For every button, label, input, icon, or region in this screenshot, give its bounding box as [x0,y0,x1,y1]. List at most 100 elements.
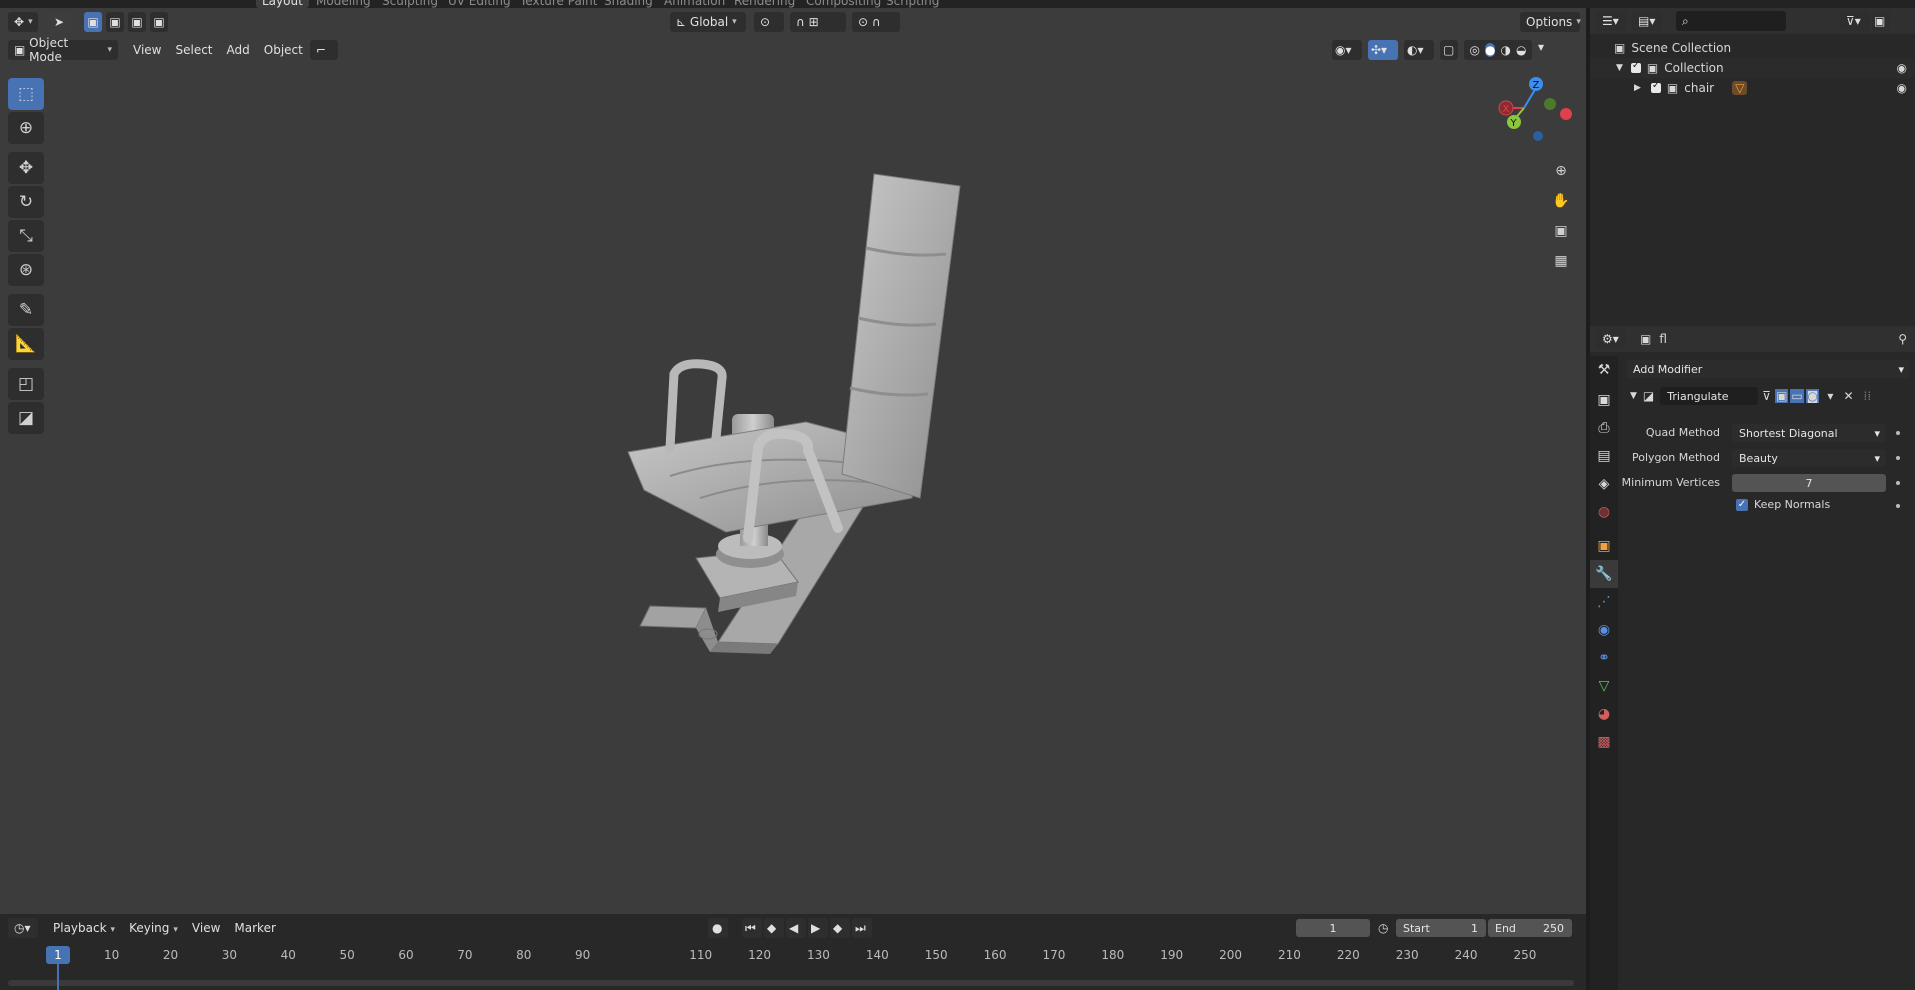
add-plane-tool[interactable]: ◪ [8,402,44,434]
keyframe-dot-icon[interactable] [1896,481,1900,485]
transform-tool[interactable]: ⊛ [8,254,44,286]
gizmo-toggle-icon[interactable]: ✣▾ [1368,40,1398,60]
expand-arrow-icon[interactable]: ▶ [1634,83,1641,93]
tab-compositing[interactable]: Compositing [806,0,881,8]
outliner-editor-type-icon[interactable]: ☰▾ [1596,11,1626,31]
tab-uv-editing[interactable]: UV Editing [448,0,511,8]
render-properties-icon[interactable]: ▣ [1590,386,1618,414]
tab-shading[interactable]: Shading [604,0,653,8]
navigation-gizmo[interactable]: Z X Y [1494,74,1574,154]
rendered-shading-icon[interactable]: ◒ [1516,43,1526,57]
tab-scripting[interactable]: Scripting [886,0,939,8]
snap-toggle[interactable]: ∩ ⊞ [790,12,846,32]
polygon-method-dropdown[interactable]: Beauty ▾ [1732,449,1886,467]
transform-orientation-dropdown[interactable]: ⊾ Global ▾ [670,12,746,32]
menu-object[interactable]: Object [257,43,310,57]
tool-settings-icon[interactable]: ⚒ [1590,356,1618,384]
constraints-icon[interactable]: ⚭ [1590,644,1618,672]
add-cube-tool[interactable]: ◰ [8,368,44,400]
tab-modeling[interactable]: Modeling [316,0,371,8]
keyframe-dot-icon[interactable] [1896,456,1900,460]
visibility-icon[interactable]: ◉▾ [1332,40,1362,60]
rotate-tool[interactable]: ↻ [8,186,44,218]
outliner-search-input[interactable]: ⌕ [1676,11,1786,31]
wrench-modifier-icon[interactable]: 🔧 [1590,560,1618,588]
display-mode-icon[interactable]: ▤▾ [1632,11,1662,31]
keep-normals-checkbox[interactable]: ✓ [1736,498,1748,511]
timeline-scrollbar[interactable] [8,980,1574,986]
view-layer-icon[interactable]: ▤ [1590,442,1618,470]
proportional-edit-toggle[interactable]: ⊙ ∩ [852,12,900,32]
overlay-toggle-icon[interactable]: ◐▾ [1404,40,1434,60]
editor-type-button[interactable]: ✥ ▾ [8,12,38,32]
pin-icon[interactable]: ⚲ [1898,332,1907,346]
outliner-row-scene-collection[interactable]: ▣ Scene Collection [1590,38,1915,58]
options-dropdown[interactable]: Options ▾ [1520,12,1581,32]
menu-view[interactable]: View [126,43,168,57]
object-properties-icon[interactable]: ▣ [1590,532,1618,560]
select-subtract-icon[interactable]: ▣ [128,12,146,32]
menu-add[interactable]: Add [220,43,257,57]
select-extend-icon[interactable]: ▣ [106,12,124,32]
on-cage-icon[interactable]: ▣ [1775,389,1789,403]
output-properties-icon[interactable]: ⎙ [1590,414,1618,442]
mode-dropdown[interactable]: ▣ Object Mode ▾ [8,36,118,64]
wireframe-shading-icon[interactable]: ◎ [1470,43,1480,57]
tab-texture-paint[interactable]: Texture Paint [520,0,597,8]
eye-visibility-icon[interactable]: ◉ [1897,81,1907,95]
scale-tool[interactable]: ⤡ [8,220,44,252]
annotate-tool[interactable]: ✎ [8,294,44,326]
keyframe-dot-icon[interactable] [1896,431,1900,435]
tab-sculpting[interactable]: Sculpting [382,0,438,8]
tab-animation[interactable]: Animation [664,0,725,8]
solid-shading-icon[interactable]: ● [1485,43,1496,57]
chair-checkbox[interactable] [1650,80,1661,93]
material-icon[interactable]: ◕ [1590,700,1618,728]
keyframe-dot-icon[interactable] [1896,504,1900,508]
select-new-icon[interactable]: ▣ [84,12,102,32]
physics-icon[interactable]: ◉ [1590,616,1618,644]
shading-options-chevron-icon[interactable]: ▾ [1538,40,1544,60]
filter-icon[interactable]: ⊽▾ [1840,11,1870,31]
hand-pan-icon[interactable]: ✋ [1548,188,1574,214]
camera-icon[interactable]: ▣ [1548,218,1574,244]
mesh-data-icon[interactable]: ▽ [1732,81,1748,95]
world-icon[interactable]: ◍ [1590,498,1618,526]
pivot-point-dropdown[interactable]: ⊙ [754,12,784,32]
mesh-data-icon[interactable]: ▽ [1590,672,1618,700]
grid-perspective-icon[interactable]: ▦ [1548,248,1574,274]
collection-checkbox[interactable] [1630,60,1641,73]
add-modifier-dropdown[interactable]: Add Modifier ▾ [1626,360,1910,378]
minimum-vertices-field[interactable]: 7 [1732,474,1886,492]
modifier-name-input[interactable]: Triangulate [1660,387,1759,405]
xray-toggle-icon[interactable]: ▢ [1440,40,1458,60]
tab-rendering[interactable]: Rendering [734,0,795,8]
select-intersect-icon[interactable]: ▣ [150,12,168,32]
render-camera-icon[interactable]: ◙ [1805,389,1820,403]
select-tool-button[interactable]: ➤ [48,12,72,32]
menu-select[interactable]: Select [168,43,219,57]
chair-3d-model[interactable] [610,158,980,808]
select-box-tool[interactable]: ⬚ [8,78,44,110]
expand-arrow-icon[interactable]: ▼ [1616,63,1623,73]
texture-icon[interactable]: ▩ [1590,728,1618,756]
outliner-row-collection[interactable]: ▼ ▣ Collection ◉ [1590,58,1915,78]
frame-ruler[interactable]: 10 20 30 40 50 60 70 80 90 110 120 130 140 150 160 170 1… [0,914,1586,990]
cursor-tool[interactable]: ⊕ [8,112,44,144]
eye-visibility-icon[interactable]: ◉ [1897,61,1907,75]
zoom-icon[interactable]: ⊕ [1548,158,1574,184]
scene-icon[interactable]: ◈ [1590,470,1618,498]
snapping-dropdown[interactable]: ⌐ [309,40,338,60]
collapse-arrow-icon[interactable]: ▼ [1630,391,1637,401]
measure-tool[interactable]: 📐 [8,328,44,360]
move-tool[interactable]: ✥ [8,152,44,184]
edit-mode-display-icon[interactable]: ⊽ [1762,389,1771,403]
new-collection-icon[interactable]: ▣ [1872,11,1890,31]
properties-editor-type-icon[interactable]: ⚙▾ [1596,329,1626,349]
3d-viewport[interactable]: ✥ ▾ ➤ ▣ ▣ ▣ ▣ ⊾ Global ▾ ⊙ ∩ ⊞ ⊙ ∩ Options… [0,8,1586,914]
drag-handle-icon[interactable]: ⁞⁞ [1864,389,1872,403]
quad-method-dropdown[interactable]: Shortest Diagonal ▾ [1732,424,1886,442]
particles-icon[interactable]: ⋰ [1590,588,1618,616]
material-shading-icon[interactable]: ◑ [1501,43,1511,57]
close-icon[interactable]: ✕ [1843,389,1853,403]
